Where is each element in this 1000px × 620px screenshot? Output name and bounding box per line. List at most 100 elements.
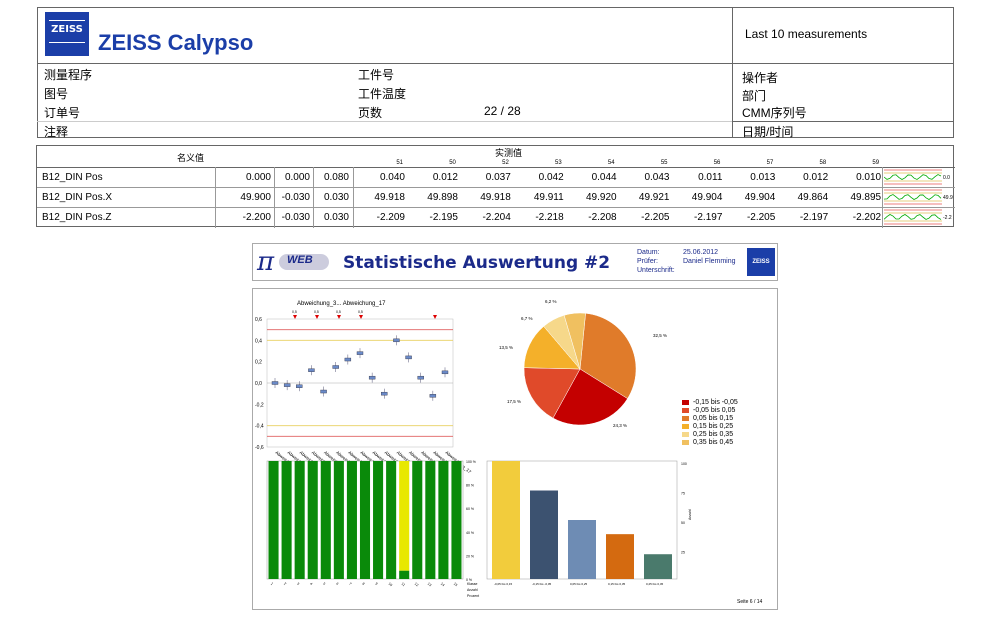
measured-value: 49.911 — [533, 192, 564, 203]
date-label: Datum: — [637, 249, 660, 256]
zeiss-small-logo: ZEISS — [747, 248, 775, 276]
report-charts: Abweichung_3... Abweichung_17 0,6 0,4 0,2 0,… — [255, 299, 692, 598]
x-tick-label: 8 — [361, 582, 365, 586]
out-of-range-marker — [359, 315, 363, 319]
pie-slice-label: 13,5 % — [499, 345, 513, 350]
y-axis-label: Anzahl — [688, 509, 692, 520]
data-point — [283, 383, 291, 387]
measured-value: -2.218 — [535, 212, 564, 223]
x-tick-label: 6 — [335, 582, 339, 586]
data-point — [405, 355, 412, 360]
field-pages: 页数 — [358, 106, 383, 120]
legend-swatch — [682, 408, 689, 413]
measured-value: -2.205 — [641, 212, 670, 223]
y-tick-label: -0,6 — [255, 445, 264, 451]
header-rule-right — [732, 121, 954, 122]
header-divider — [732, 64, 733, 138]
y-tick-label: 0,6 — [255, 317, 262, 323]
stacked-bar-green — [268, 461, 279, 579]
footer-label: Klasse — [467, 582, 478, 586]
x-tick-label: 0,15 bis 0,35 — [608, 582, 626, 586]
column-header: 57 — [766, 160, 774, 166]
x-tick-label: 14 — [440, 582, 446, 588]
legend-swatch — [682, 440, 689, 445]
y-tick-label: 60 % — [466, 507, 474, 511]
measured-header: 实测值 — [495, 148, 523, 158]
row-label: B12_DIN Pos.X — [42, 192, 113, 203]
sparkline — [884, 168, 942, 186]
x-tick-label: 12 — [414, 582, 420, 588]
measured-value: 0.011 — [698, 172, 723, 183]
legend-label: 0,15 bis 0,25 — [693, 423, 734, 430]
x-tick-label: 11 — [401, 582, 406, 587]
stacked-bar-green — [412, 461, 423, 579]
out-of-range-marker — [315, 315, 319, 319]
sparkline-label: 49.9 — [943, 195, 953, 201]
stacked-bar-green — [425, 461, 436, 579]
upper-tol: 0.080 — [323, 172, 349, 183]
measured-value: 49.921 — [638, 192, 670, 203]
sparkline-label: -2.2 — [943, 215, 952, 221]
y-tick-label: 75 — [681, 492, 685, 496]
x-tick-label: 3 — [296, 582, 300, 586]
measured-value: 0.043 — [644, 172, 670, 183]
y-tick-label: 0,4 — [255, 338, 262, 344]
flag-label: 0,5 — [292, 310, 297, 314]
stacked-bar-green — [373, 461, 384, 579]
pie-slice-label: 32,5 % — [653, 333, 667, 338]
stacked-bar-green — [451, 461, 462, 579]
field-order: 订单号 — [44, 106, 81, 120]
upper-tol: 0.030 — [323, 212, 349, 223]
field-operator: 操作者 — [742, 71, 779, 85]
pie-slice-label: 17,5 % — [507, 399, 521, 404]
column-header: 50 — [449, 160, 456, 166]
data-point — [368, 375, 376, 380]
lower-tol: -0.030 — [281, 212, 310, 223]
stacked-bar-green — [399, 570, 410, 579]
lower-tol: 0.000 — [284, 172, 310, 183]
y-tick-label: 100 — [681, 462, 687, 466]
legend-label: 0,35 bis 0,45 — [693, 439, 734, 446]
x-tick-label: -0,05 bis 0,15 — [494, 582, 513, 586]
data-point — [441, 370, 449, 375]
data-point — [344, 357, 352, 362]
sparkline-label: 0.0 — [943, 175, 950, 181]
zeiss-logo: ZEISS — [45, 12, 89, 56]
measured-value: 0.042 — [538, 172, 564, 183]
web-logo: WEB — [279, 254, 329, 270]
out-of-range-marker — [293, 315, 297, 319]
field-department: 部门 — [742, 89, 767, 103]
page-count: 22 / 28 — [484, 104, 521, 118]
legend-swatch — [682, 400, 689, 405]
measured-value: 0.040 — [379, 172, 405, 183]
x-tick-label: 1 — [270, 582, 274, 586]
x-tick-label: 4 — [309, 582, 313, 586]
measured-value: 49.898 — [427, 192, 458, 203]
stacked-bar-green — [438, 461, 449, 579]
legend-item: 0,35 bis 0,45 — [682, 439, 733, 446]
footer-label: Prozent — [467, 594, 479, 598]
out-of-range-marker — [337, 315, 341, 319]
flag-label: 0,5 — [336, 310, 341, 314]
legend-label: 0,25 bis 0,35 — [693, 431, 734, 438]
pie-slice-label: 6,2 % — [545, 299, 557, 304]
row-label: B12_DIN Pos.Z — [42, 212, 112, 223]
data-point — [429, 394, 437, 398]
report-title: Statistische Auswertung #2 — [343, 253, 611, 273]
legend-swatch — [682, 424, 689, 429]
nominal-value: 49.900 — [240, 192, 271, 203]
measured-value: -2.195 — [429, 212, 458, 223]
header-fields — [37, 64, 954, 138]
data-point — [296, 384, 303, 388]
legend-item: 0,05 bis 0,15 — [682, 415, 733, 422]
flag-label: 0,5 — [314, 310, 319, 314]
y-tick-label: 20 % — [466, 554, 474, 558]
measured-value: 49.904 — [744, 192, 776, 203]
x-tick-label: 5 — [322, 582, 326, 586]
column-header: 51 — [396, 160, 403, 166]
data-point — [320, 389, 327, 394]
column-header: 58 — [819, 160, 827, 166]
stacked-bar-green — [307, 461, 318, 579]
sparkline — [884, 188, 942, 206]
column-header: 54 — [607, 160, 615, 166]
